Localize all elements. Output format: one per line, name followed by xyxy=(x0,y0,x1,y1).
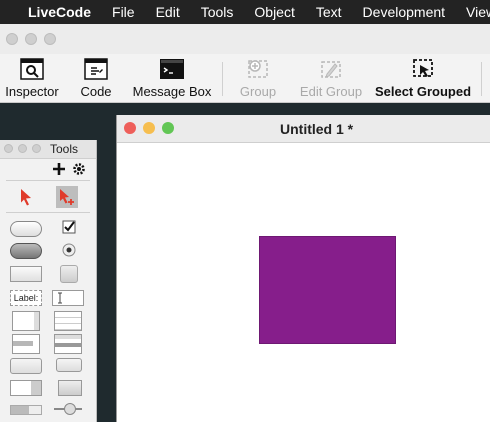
toolbar-separator xyxy=(481,62,482,96)
menu-tools[interactable]: Tools xyxy=(201,4,234,20)
window-minimize-button-inactive[interactable] xyxy=(25,33,37,45)
text-field-tool[interactable] xyxy=(52,290,84,306)
select-grouped-button[interactable]: Select Grouped xyxy=(372,54,474,102)
default-button-tool[interactable] xyxy=(10,243,42,259)
rounded-button-tool[interactable] xyxy=(10,221,42,237)
data-grid-tool[interactable] xyxy=(54,334,82,354)
menu-object[interactable]: Object xyxy=(254,4,294,20)
checkbox-tool-icon[interactable] xyxy=(62,220,76,234)
close-button[interactable] xyxy=(124,122,136,134)
menu-development[interactable]: Development xyxy=(363,4,446,20)
group-button[interactable]: Group xyxy=(232,54,284,102)
edit-tool-button[interactable] xyxy=(56,186,78,208)
inspector-button[interactable]: Inspector xyxy=(0,54,64,102)
combo-arrow-area xyxy=(31,381,41,395)
list-field-tool[interactable] xyxy=(12,334,40,354)
edit-group-icon xyxy=(321,61,341,78)
message-box-button[interactable]: Message Box xyxy=(128,54,216,102)
palette-window-controls xyxy=(4,144,41,153)
menu-view[interactable]: View xyxy=(466,4,490,20)
code-button[interactable]: Code xyxy=(74,54,118,102)
document-window-controls xyxy=(124,122,174,134)
menu-text[interactable]: Text xyxy=(316,4,342,20)
menu-edit[interactable]: Edit xyxy=(156,4,180,20)
pulldown-menu-tool[interactable] xyxy=(56,358,82,372)
zoom-button[interactable] xyxy=(162,122,174,134)
rectangle-graphic[interactable] xyxy=(259,236,396,344)
window-close-button-inactive[interactable] xyxy=(6,33,18,45)
code-label: Code xyxy=(80,84,112,99)
tools-palette-titlebar: Tools xyxy=(0,140,96,159)
document-titlebar: Untitled 1 * xyxy=(117,115,490,143)
tab-panel-tool[interactable] xyxy=(58,380,82,396)
menu-app-name[interactable]: LiveCode xyxy=(28,4,91,20)
group-label: Group xyxy=(239,84,277,99)
label-field-tool[interactable]: Label: xyxy=(10,290,42,306)
message-box-label: Message Box xyxy=(132,84,212,99)
rectangle-button-tool[interactable] xyxy=(10,266,42,282)
gear-icon[interactable] xyxy=(72,162,86,176)
toolbar-window-titlebar xyxy=(0,24,490,55)
toolbar-window-controls xyxy=(6,33,56,45)
inspector-icon xyxy=(20,58,44,80)
browse-tool-arrow-icon[interactable] xyxy=(18,188,34,206)
progress-bar-tool[interactable] xyxy=(10,405,42,415)
palette-divider xyxy=(6,180,90,181)
tools-palette-title: Tools xyxy=(50,142,79,156)
selected-line xyxy=(13,341,33,346)
grid-row xyxy=(55,343,81,347)
palette-minimize-button[interactable] xyxy=(18,144,27,153)
option-menu-tool[interactable] xyxy=(10,358,42,374)
edit-pointer-icon xyxy=(60,189,74,205)
table-field-tool[interactable] xyxy=(54,311,82,331)
palette-close-button[interactable] xyxy=(4,144,13,153)
inspector-label: Inspector xyxy=(5,84,59,99)
radio-button-tool-icon[interactable] xyxy=(62,243,76,257)
main-toolbar: Inspector Code Message Box Group Edit Gr… xyxy=(0,54,490,103)
edit-group-button[interactable]: Edit Group xyxy=(294,54,368,102)
window-zoom-button-inactive[interactable] xyxy=(44,33,56,45)
document-window: Untitled 1 * xyxy=(116,115,490,422)
message-box-icon xyxy=(160,59,184,79)
add-plus-icon[interactable] xyxy=(52,162,66,176)
palette-divider xyxy=(6,212,90,213)
select-grouped-icon xyxy=(413,59,433,77)
toolbar-separator xyxy=(222,62,223,96)
palette-zoom-button[interactable] xyxy=(32,144,41,153)
menu-button-tool[interactable] xyxy=(60,265,78,283)
scrollbar-mini xyxy=(34,312,39,330)
scrolling-field-tool[interactable] xyxy=(12,311,40,331)
minimize-button[interactable] xyxy=(143,122,155,134)
combo-box-tool[interactable] xyxy=(10,380,42,396)
tools-palette: Tools Label: xyxy=(0,140,97,422)
document-title: Untitled 1 * xyxy=(280,121,354,137)
select-grouped-label: Select Grouped xyxy=(374,84,472,99)
code-editor-icon xyxy=(84,58,108,80)
menu-file[interactable]: File xyxy=(112,4,135,20)
text-cursor-icon xyxy=(58,292,62,304)
slider-tool[interactable] xyxy=(54,403,82,415)
menu-bar: LiveCode File Edit Tools Object Text Dev… xyxy=(0,0,490,24)
slider-thumb xyxy=(64,403,76,415)
edit-group-label: Edit Group xyxy=(299,84,363,99)
group-icon xyxy=(248,60,268,78)
